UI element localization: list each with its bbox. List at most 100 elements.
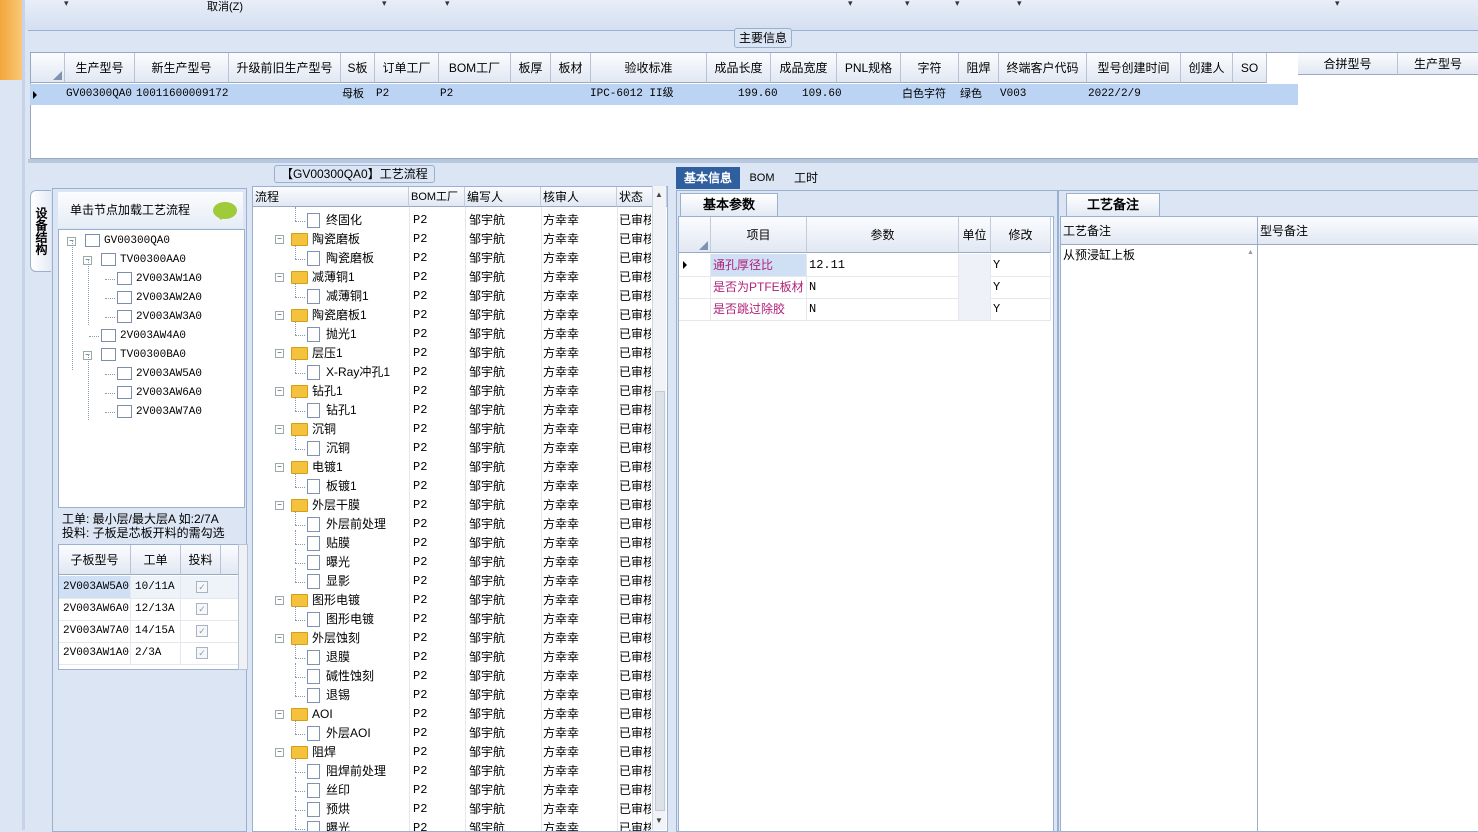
flow-row[interactable]: − AOI P2 邹宇航 方幸幸 已审核 xyxy=(253,705,653,724)
writer-cell[interactable]: 邹宇航 xyxy=(469,230,505,249)
main-col-header[interactable]: PNL规格 xyxy=(837,53,901,83)
flow-row[interactable]: 预烘 P2 邹宇航 方幸幸 已审核 xyxy=(253,796,653,819)
reviewer-cell[interactable]: 方幸幸 xyxy=(543,230,579,249)
flow-step-cell[interactable]: 终固化 xyxy=(307,211,362,230)
reviewer-cell[interactable]: 方幸幸 xyxy=(543,211,579,230)
bom-factory-cell[interactable]: P2 xyxy=(413,325,427,344)
feed-checkbox[interactable]: ✓ xyxy=(196,581,208,593)
reviewer-cell[interactable]: 方幸幸 xyxy=(543,439,579,458)
feed-checkbox[interactable]: ✓ xyxy=(196,647,208,659)
reviewer-cell[interactable]: 方幸幸 xyxy=(543,306,579,325)
sub-board-grid[interactable]: 子板型号 工单 投料 2V003AW5A0 10/11A ✓ 2V003AW6A0 12… xyxy=(58,544,240,670)
status-cell[interactable]: 已审核 xyxy=(619,363,651,382)
tree-node[interactable]: 2V003AW5A0 xyxy=(117,365,202,383)
status-cell[interactable]: 已审核 xyxy=(619,800,651,819)
sub-model-cell[interactable]: 2V003AW5A0 xyxy=(59,576,131,598)
main-col-header[interactable]: 成品长度 xyxy=(707,53,771,83)
sub-model-cell[interactable]: 2V003AW6A0 xyxy=(59,598,131,620)
flow-step-cell[interactable]: 板镀1 xyxy=(307,477,357,496)
main-col-header[interactable]: 升级前旧生产型号 xyxy=(229,53,341,83)
tab-bom[interactable]: BOM xyxy=(746,167,778,189)
writer-cell[interactable]: 邹宇航 xyxy=(469,610,505,629)
writer-cell[interactable]: 邹宇航 xyxy=(469,496,505,515)
status-cell[interactable]: 已审核 xyxy=(619,648,651,667)
flow-step-cell[interactable]: 曝光 xyxy=(307,819,350,831)
flow-step-cell[interactable]: 图形电镀 xyxy=(291,591,360,610)
writer-cell[interactable]: 邹宇航 xyxy=(469,743,505,762)
flow-row[interactable]: 外层前处理 P2 邹宇航 方幸幸 已审核 xyxy=(253,511,653,534)
bom-factory-cell[interactable]: P2 xyxy=(413,477,427,496)
status-cell[interactable]: 已审核 xyxy=(619,249,651,268)
bom-factory-cell[interactable]: P2 xyxy=(413,629,427,648)
scroll-down-icon[interactable]: ▼ xyxy=(655,816,663,825)
flow-row[interactable]: − 钻孔1 P2 邹宇航 方幸幸 已审核 xyxy=(253,382,653,401)
flow-row[interactable]: 退锡 P2 邹宇航 方幸幸 已审核 xyxy=(253,682,653,705)
sub-grid-row[interactable]: 2V003AW5A0 10/11A ✓ xyxy=(59,576,239,599)
tree-node[interactable]: 2V003AW2A0 xyxy=(117,289,202,307)
bom-factory-cell[interactable]: P2 xyxy=(413,420,427,439)
writer-cell[interactable]: 邹宇航 xyxy=(469,762,505,781)
reviewer-cell[interactable]: 方幸幸 xyxy=(543,800,579,819)
status-cell[interactable]: 已审核 xyxy=(619,325,651,344)
status-cell[interactable]: 已审核 xyxy=(619,819,651,831)
flow-step-cell[interactable]: 钻孔1 xyxy=(291,382,343,401)
tree-collapse-icon[interactable]: − xyxy=(275,501,284,510)
reviewer-cell[interactable]: 方幸幸 xyxy=(543,629,579,648)
flow-step-cell[interactable]: 显影 xyxy=(307,572,350,591)
param-row[interactable]: 通孔厚径比 12.11 Y xyxy=(679,254,1051,277)
main-col-header[interactable]: BOM工厂 xyxy=(439,53,511,83)
tree-node[interactable]: 2V003AW7A0 xyxy=(117,403,202,421)
flow-step-cell[interactable]: X-Ray冲孔1 xyxy=(307,363,390,382)
flow-row[interactable]: 减薄铜1 P2 邹宇航 方幸幸 已审核 xyxy=(253,283,653,306)
flow-step-cell[interactable]: 丝印 xyxy=(307,781,350,800)
bom-factory-cell[interactable]: P2 xyxy=(413,287,427,306)
equipment-structure-tab[interactable]: 设备结构 xyxy=(30,190,51,272)
flow-row[interactable]: 退膜 P2 邹宇航 方幸幸 已审核 xyxy=(253,644,653,667)
param-row[interactable]: 是否为PTFE板材 N Y xyxy=(679,276,1051,299)
writer-cell[interactable]: 邹宇航 xyxy=(469,629,505,648)
status-cell[interactable]: 已审核 xyxy=(619,439,651,458)
writer-cell[interactable]: 邹宇航 xyxy=(469,420,505,439)
reviewer-cell[interactable]: 方幸幸 xyxy=(543,648,579,667)
structure-tree[interactable]: − GV00300QA0− TV00300AA0 2V003AW1A0 2V003AW2… xyxy=(58,229,245,508)
bom-factory-cell[interactable]: P2 xyxy=(413,534,427,553)
flow-row[interactable]: 显影 P2 邹宇航 方幸幸 已审核 xyxy=(253,568,653,591)
main-col-header[interactable]: 阻焊 xyxy=(959,53,999,83)
status-cell[interactable]: 已审核 xyxy=(619,591,651,610)
param-value-cell[interactable]: 12.11 xyxy=(807,254,959,276)
param-edit-cell[interactable]: Y xyxy=(991,276,1051,298)
bom-factory-cell[interactable]: P2 xyxy=(413,306,427,325)
bom-factory-cell[interactable]: P2 xyxy=(413,211,427,230)
node-checkbox-icon[interactable] xyxy=(101,328,116,342)
sub-grid-row[interactable]: 2V003AW1A0 2/3A ✓ xyxy=(59,642,239,665)
reviewer-cell[interactable]: 方幸幸 xyxy=(543,572,579,591)
sub-order-cell[interactable]: 2/3A xyxy=(131,642,181,664)
param-row[interactable]: 是否跳过除胶 N Y xyxy=(679,298,1051,321)
status-cell[interactable]: 已审核 xyxy=(619,686,651,705)
flow-row[interactable]: − 陶瓷磨板1 P2 邹宇航 方幸幸 已审核 xyxy=(253,306,653,325)
tree-collapse-icon[interactable]: − xyxy=(275,311,284,320)
param-unit-cell[interactable] xyxy=(959,298,991,320)
flow-row[interactable]: 图形电镀 P2 邹宇航 方幸幸 已审核 xyxy=(253,606,653,629)
row-selector[interactable] xyxy=(679,276,711,298)
scroll-up-icon[interactable]: ▲ xyxy=(1247,249,1254,256)
flow-step-cell[interactable]: 外层AOI xyxy=(307,724,371,743)
status-cell[interactable]: 已审核 xyxy=(619,743,651,762)
tree-collapse-icon[interactable]: − xyxy=(275,710,284,719)
status-cell[interactable]: 已审核 xyxy=(619,287,651,306)
basic-params-title[interactable]: 基本参数 xyxy=(680,193,778,216)
bom-factory-cell[interactable]: P2 xyxy=(413,781,427,800)
main-col-header[interactable]: 字符 xyxy=(901,53,959,83)
tree-collapse-icon[interactable]: − xyxy=(275,634,284,643)
bom-factory-cell[interactable]: P2 xyxy=(413,268,427,287)
status-cell[interactable]: 已审核 xyxy=(619,553,651,572)
tree-collapse-icon[interactable]: − xyxy=(275,748,284,757)
status-cell[interactable]: 已审核 xyxy=(619,401,651,420)
flow-row[interactable]: 外层AOI P2 邹宇航 方幸幸 已审核 xyxy=(253,720,653,743)
flow-row[interactable]: 抛光1 P2 邹宇航 方幸幸 已审核 xyxy=(253,321,653,344)
tab-hours[interactable]: 工时 xyxy=(786,167,826,189)
bom-factory-cell[interactable]: P2 xyxy=(413,724,427,743)
flow-step-cell[interactable]: 外层前处理 xyxy=(307,515,386,534)
process-notes-title[interactable]: 工艺备注 xyxy=(1066,193,1160,216)
main-col-header[interactable]: 板材 xyxy=(551,53,591,83)
